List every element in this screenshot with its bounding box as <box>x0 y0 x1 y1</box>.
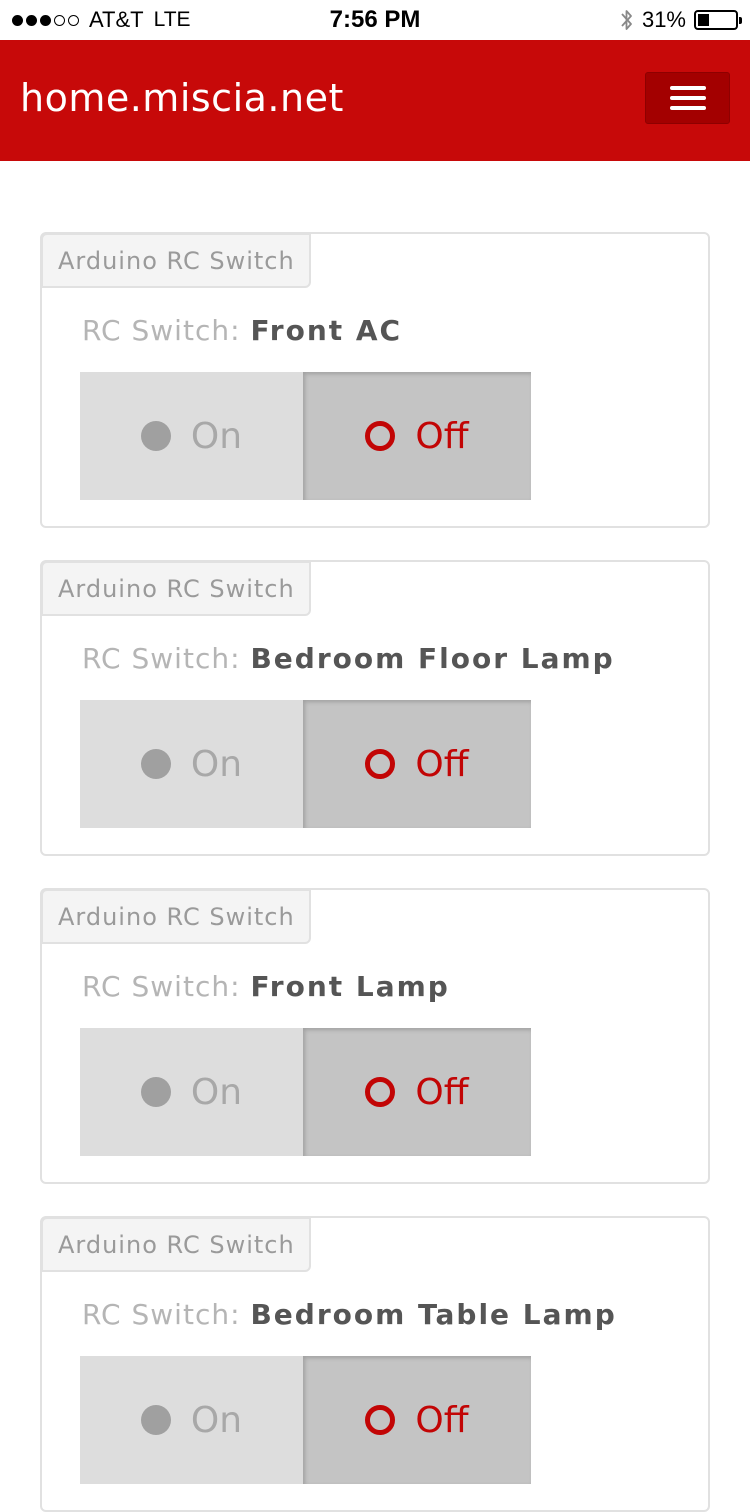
on-button[interactable]: On <box>80 1356 303 1484</box>
radio-ring-icon <box>365 1405 396 1435</box>
card-title-label: RC Switch: <box>82 314 241 347</box>
battery-fill <box>698 14 709 26</box>
on-off-toggle: On Off <box>80 1356 531 1484</box>
on-off-toggle: On Off <box>80 700 531 828</box>
off-label: Off <box>415 1071 469 1113</box>
on-button[interactable]: On <box>80 372 303 500</box>
off-label: Off <box>415 743 469 785</box>
device-name: Front Lamp <box>250 970 450 1003</box>
radio-ring-icon <box>365 1077 396 1107</box>
card-title-label: RC Switch: <box>82 1298 241 1331</box>
off-label: Off <box>415 1399 469 1441</box>
card-title-label: RC Switch: <box>82 970 241 1003</box>
off-label: Off <box>415 415 469 457</box>
card-tab: Arduino RC Switch <box>41 233 311 288</box>
device-name: Bedroom Floor Lamp <box>250 642 615 675</box>
switch-card: Arduino RC Switch RC Switch: Front AC On… <box>40 232 710 528</box>
on-off-toggle: On Off <box>80 372 531 500</box>
radio-dot-icon <box>140 1405 171 1435</box>
status-bar-right: 31% <box>620 6 742 34</box>
on-label: On <box>190 415 243 457</box>
radio-ring-icon <box>365 421 396 451</box>
off-button[interactable]: Off <box>303 1028 531 1156</box>
on-label: On <box>190 1071 243 1113</box>
card-tab: Arduino RC Switch <box>41 561 311 616</box>
card-title: RC Switch: Bedroom Floor Lamp <box>82 642 615 675</box>
card-title-label: RC Switch: <box>82 642 241 675</box>
off-button[interactable]: Off <box>303 372 531 500</box>
menu-bar <box>669 106 706 110</box>
card-title: RC Switch: Front AC <box>82 314 402 347</box>
radio-dot-icon <box>140 749 171 779</box>
switch-card: Arduino RC Switch RC Switch: Bedroom Flo… <box>40 560 710 856</box>
radio-dot-icon <box>140 421 171 451</box>
menu-bar <box>669 96 706 100</box>
on-label: On <box>190 1399 243 1441</box>
battery-icon <box>694 10 742 30</box>
card-tab: Arduino RC Switch <box>41 889 311 944</box>
radio-ring-icon <box>365 749 396 779</box>
brand-title[interactable]: home.miscia.net <box>20 76 344 120</box>
off-button[interactable]: Off <box>303 700 531 828</box>
switch-card: Arduino RC Switch RC Switch: Front Lamp … <box>40 888 710 1184</box>
hamburger-menu-icon[interactable] <box>645 72 730 124</box>
battery-percent: 31% <box>641 7 686 32</box>
radio-dot-icon <box>140 1077 171 1107</box>
menu-bar <box>669 86 706 90</box>
bluetooth-icon <box>621 10 632 30</box>
navbar: home.miscia.net <box>0 40 750 161</box>
on-off-toggle: On Off <box>80 1028 531 1156</box>
switch-card: Arduino RC Switch RC Switch: Bedroom Tab… <box>40 1216 710 1512</box>
off-button[interactable]: Off <box>303 1356 531 1484</box>
card-title: RC Switch: Front Lamp <box>82 970 450 1003</box>
card-title: RC Switch: Bedroom Table Lamp <box>82 1298 617 1331</box>
device-name: Bedroom Table Lamp <box>250 1298 617 1331</box>
status-bar: AT&T LTE 7:56 PM 31% <box>0 0 750 40</box>
on-button[interactable]: On <box>80 1028 303 1156</box>
card-tab: Arduino RC Switch <box>41 1217 311 1272</box>
on-label: On <box>190 743 243 785</box>
device-name: Front AC <box>250 314 403 347</box>
on-button[interactable]: On <box>80 700 303 828</box>
